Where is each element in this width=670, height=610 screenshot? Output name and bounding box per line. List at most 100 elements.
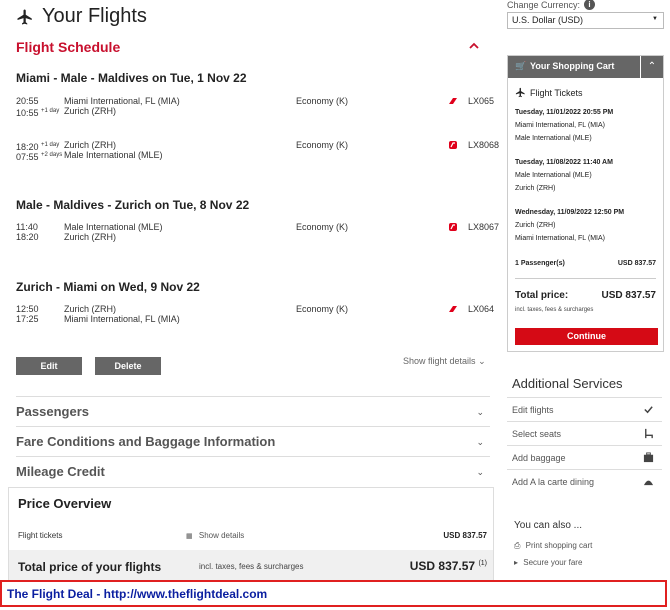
section-title: Flight Schedule	[16, 39, 121, 55]
airline-logo-icon	[449, 98, 457, 104]
cart-leg-to: Miami International, FL (MIA)	[515, 235, 605, 242]
secure-fare-link[interactable]: ▸ Secure your fare	[514, 558, 582, 567]
page-title: Your Flights	[16, 5, 147, 28]
dep-airport: Zurich (ZRH)	[64, 304, 116, 314]
fare-class: Economy (K)	[296, 304, 349, 314]
service-label: Add baggage	[512, 453, 566, 463]
delete-button[interactable]: Delete	[95, 357, 161, 375]
service-label: Select seats	[512, 429, 562, 439]
chevron-down-icon: ⌄	[476, 467, 484, 477]
info-icon[interactable]: i	[584, 0, 596, 10]
chevron-down-icon: ⌄	[476, 437, 484, 447]
flight-number: LX8068	[468, 140, 500, 150]
cart-total-value: USD 837.57	[601, 290, 656, 301]
continue-button[interactable]: Continue	[515, 328, 658, 345]
accordion-mileage-credit[interactable]: Mileage Credit ⌄	[16, 456, 490, 485]
arr-airport: Zurich (ZRH)	[64, 232, 116, 242]
cart-leg-from: Male International (MLE)	[515, 172, 592, 179]
accordion-label: Fare Conditions and Baggage Information	[16, 434, 276, 449]
airline-logo-icon	[449, 306, 457, 312]
dep-time: 12:50	[16, 304, 39, 314]
tickets-label: Flight tickets	[18, 531, 63, 540]
arr-time: 10:55	[16, 108, 39, 118]
dep-airport: Zurich (ZRH)	[64, 140, 116, 150]
service-select-seats[interactable]: Select seats	[507, 421, 662, 446]
service-dining[interactable]: Add A la carte dining	[507, 469, 662, 494]
show-details-link[interactable]: ▦ Show details	[186, 531, 244, 540]
cart-leg-date: Tuesday, 11/08/2022 11:40 AM	[515, 159, 613, 166]
airline-logo-icon	[449, 141, 457, 149]
arr-time: 18:20	[16, 232, 39, 242]
fare-class: Economy (K)	[296, 140, 349, 150]
chevron-up-icon[interactable]	[469, 41, 479, 51]
dep-airport: Miami International, FL (MIA)	[64, 96, 180, 106]
show-flight-details-link[interactable]: Show flight details ⌄	[403, 356, 486, 367]
cart-leg-date: Tuesday, 11/01/2022 20:55 PM	[515, 109, 614, 116]
passengers-value: USD 837.57	[617, 260, 656, 267]
cart-leg-date: Wednesday, 11/09/2022 12:50 PM	[515, 209, 625, 216]
accordion-label: Passengers	[16, 404, 89, 419]
cart-leg-from: Miami International, FL (MIA)	[515, 122, 605, 129]
passengers-label: 1 Passenger(s)	[515, 260, 565, 267]
currency-label: Change Currency:	[507, 0, 581, 10]
arrow-right-icon: ▸	[514, 558, 519, 567]
cart-header: 🛒 Your Shopping Cart ⌃	[508, 56, 663, 78]
chevron-down-icon: ⌄	[478, 356, 486, 366]
footer-banner: The Flight Deal - http://www.theflightde…	[0, 580, 667, 607]
footer-text[interactable]: The Flight Deal - http://www.theflightde…	[7, 587, 267, 601]
price-overview-title: Price Overview	[18, 496, 112, 511]
day-offset: +1 day	[41, 108, 60, 114]
tickets-value: USD 837.57	[443, 531, 487, 540]
show-flight-details-label: Show flight details	[403, 356, 476, 366]
additional-services-title: Additional Services	[512, 376, 623, 391]
show-details-label: Show details	[198, 531, 245, 540]
total-note: incl. taxes, fees & surcharges	[199, 562, 304, 571]
cart-total-label: Total price:	[515, 290, 569, 301]
baggage-icon	[643, 452, 654, 463]
price-overview: Price Overview Flight tickets ▦ Show det…	[8, 487, 494, 581]
flight-number: LX8067	[468, 222, 500, 232]
cart-title: Your Shopping Cart	[530, 61, 615, 71]
checkmark-icon	[644, 406, 653, 414]
secure-fare-label: Secure your fare	[523, 558, 583, 567]
dep-time: 11:40	[16, 222, 38, 232]
edit-button[interactable]: Edit	[16, 357, 82, 375]
airplane-icon	[515, 87, 525, 98]
route-title: Zurich - Miami on Wed, 9 Nov 22	[16, 280, 200, 294]
route-title: Male - Maldives - Zurich on Tue, 8 Nov 2…	[16, 198, 250, 212]
collapse-cart-button[interactable]: ⌃	[640, 56, 663, 78]
dropdown-arrow-icon: ▼	[652, 16, 658, 22]
airplane-icon	[17, 9, 32, 24]
print-icon: ▦	[186, 533, 193, 540]
service-edit-flights[interactable]: Edit flights	[507, 397, 662, 422]
currency-label-row: Change Currency: i	[507, 0, 596, 10]
route-title: Miami - Male - Maldives on Tue, 1 Nov 22	[16, 71, 247, 85]
cart-leg-from: Zurich (ZRH)	[515, 222, 556, 229]
print-icon: ⎙	[514, 541, 521, 550]
accordion-passengers[interactable]: Passengers ⌄	[16, 396, 490, 425]
service-add-baggage[interactable]: Add baggage	[507, 445, 662, 470]
flight-segment: 12:50 17:25 Zurich (ZRH) Miami Internati…	[16, 304, 494, 326]
service-label: Edit flights	[512, 405, 554, 415]
dep-airport: Male International (MLE)	[64, 222, 163, 232]
cart-leg-to: Zurich (ZRH)	[515, 185, 556, 192]
arr-time: 07:55	[16, 152, 39, 162]
print-cart-link[interactable]: ⎙ Print shopping cart	[514, 541, 592, 551]
flight-segment: 20:55 10:55 +1 day Miami International, …	[16, 96, 494, 118]
flight-number: LX065	[468, 96, 495, 106]
total-label: Total price of your flights	[18, 560, 162, 574]
shopping-cart: 🛒 Your Shopping Cart ⌃ Flight Tickets Tu…	[507, 55, 664, 352]
accordion-fare-conditions[interactable]: Fare Conditions and Baggage Information …	[16, 426, 490, 455]
cart-total-note: incl. taxes, fees & surcharges	[515, 307, 594, 313]
footnote-marker: (1)	[478, 560, 487, 567]
dep-time: 20:55	[16, 96, 39, 106]
fare-class: Economy (K)	[296, 96, 349, 106]
flight-segment: 18:20 +1 day 07:55 +2 days Zurich (ZRH) …	[16, 140, 499, 162]
page-title-text: Your Flights	[42, 5, 147, 27]
total-row: Total price of your flights incl. taxes,…	[9, 550, 493, 580]
flight-segment: 11:40 18:20 Male International (MLE) Zur…	[16, 222, 499, 244]
currency-select[interactable]: U.S. Dollar (USD) ▼	[507, 12, 664, 29]
print-cart-label: Print shopping cart	[525, 541, 593, 550]
also-title: You can also ...	[514, 520, 583, 531]
service-label: Add A la carte dining	[512, 477, 595, 487]
